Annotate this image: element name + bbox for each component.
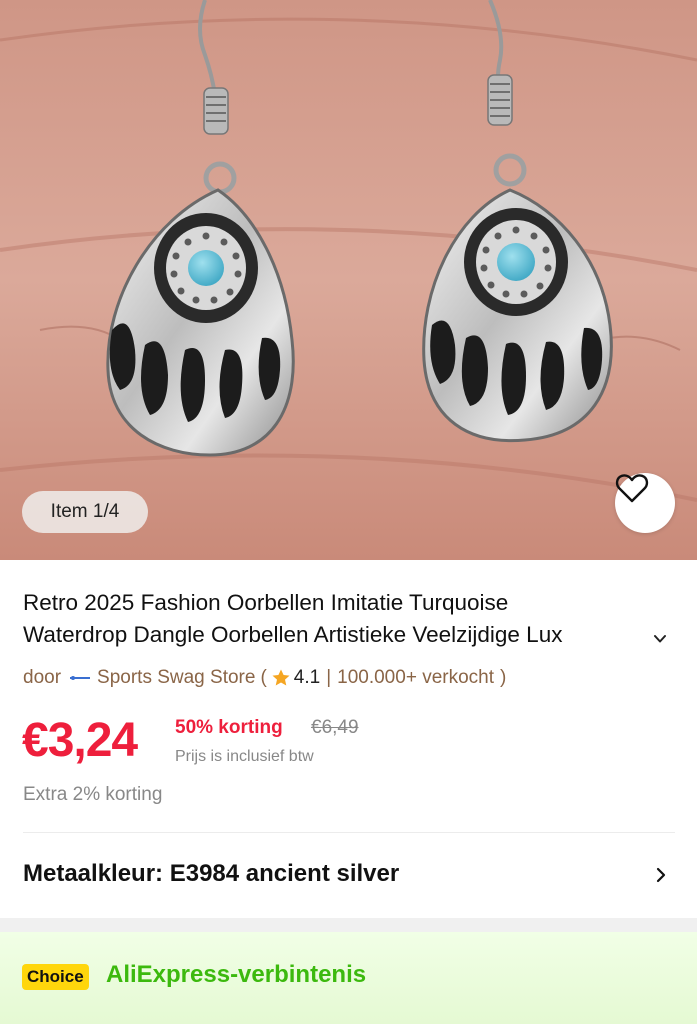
store-name-link[interactable]: Sports Swag Store	[97, 667, 255, 689]
choice-title: AliExpress-verbintenis	[106, 961, 367, 988]
section-separator	[0, 918, 697, 932]
current-price: €3,24	[22, 714, 138, 767]
original-price: €6,49	[311, 717, 359, 738]
store-logo-icon	[70, 676, 91, 680]
store-separator: |	[326, 667, 332, 688]
extra-discount: Extra 2% korting	[23, 784, 163, 805]
product-title[interactable]: Retro 2025 Fashion Oorbellen Imitatie Tu…	[23, 587, 653, 651]
discount-label: 50% korting	[175, 717, 283, 738]
product-info-panel: Retro 2025 Fashion Oorbellen Imitatie Tu…	[0, 560, 697, 918]
product-title-line-1: Retro 2025 Fashion Oorbellen Imitatie Tu…	[23, 590, 509, 615]
image-counter-badge: Item 1/4	[22, 491, 148, 533]
wishlist-button[interactable]	[615, 473, 675, 533]
product-title-line-2: Waterdrop Dangle Oorbellen Artistieke Ve…	[23, 622, 563, 647]
heart-outline-icon	[615, 474, 649, 503]
variant-label: Metaalkleur: E3984 ancient silver	[23, 860, 400, 887]
star-icon	[272, 669, 290, 686]
product-image-carousel[interactable]: Item 1/4	[0, 0, 697, 560]
store-close-paren: )	[500, 667, 507, 688]
product-photo	[0, 0, 697, 560]
choice-badge: Choice	[22, 964, 89, 990]
tax-note: Prijs is inclusief btw	[175, 748, 314, 765]
chevron-down-icon[interactable]	[652, 632, 668, 646]
store-open-paren: (	[260, 667, 267, 688]
chevron-right-icon	[656, 867, 666, 883]
store-rating: 4.1	[293, 667, 321, 688]
variant-selector-row[interactable]: Metaalkleur: E3984 ancient silver	[0, 833, 697, 918]
choice-commitment-banner[interactable]: Choice AliExpress-verbintenis	[0, 932, 697, 1024]
store-prefix: door	[23, 667, 62, 688]
product-page: Item 1/4 Retro 2025 Fashion Oorbellen Im…	[0, 0, 697, 1024]
store-info-row[interactable]: door Sports Swag Store ( 4.1 | 100.000+ …	[23, 665, 506, 691]
sold-count: 100.000+ verkocht	[337, 667, 495, 688]
